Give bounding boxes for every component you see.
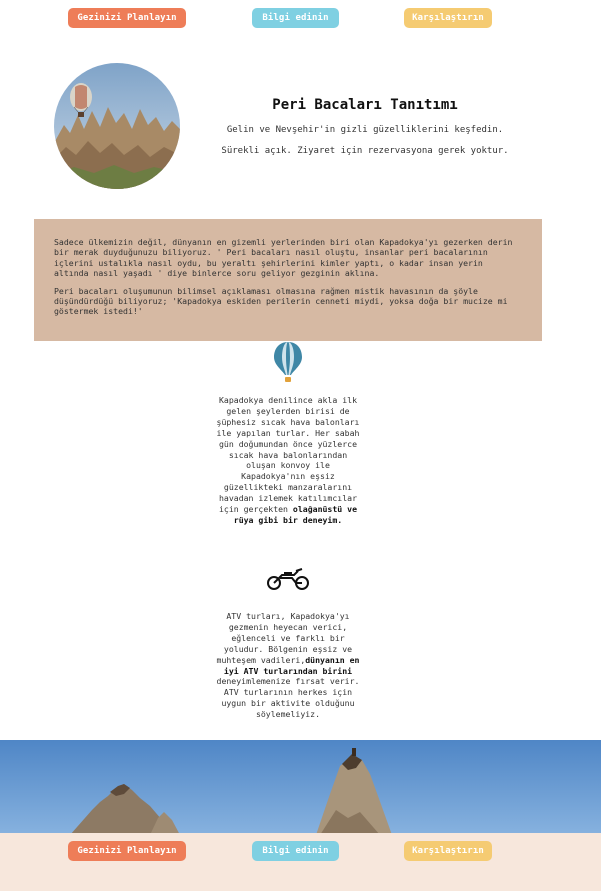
hero-image (54, 63, 180, 189)
compare-button[interactable]: Karşılaştırın (404, 8, 492, 28)
balloon-description: Kapadokya denilince akla ilk gelen şeyle… (213, 395, 363, 526)
atv-text-after: deneyimlemenize fırsat verir. ATV turlar… (216, 676, 360, 720)
top-navbar: Gezinizi Planlayın Bilgi edinin Karşılaş… (0, 0, 601, 40)
intro-paragraph-1: Sadece ülkemizin değil, dünyanın en gize… (54, 237, 513, 279)
balloon-text: Kapadokya denilince akla ilk gelen şeyle… (216, 395, 360, 515)
get-info-button-footer[interactable]: Bilgi edinin (252, 841, 339, 861)
plan-trip-button[interactable]: Gezinizi Planlayın (68, 8, 186, 28)
cappadocia-photo (0, 740, 601, 835)
page-title: Peri Bacaları Tanıtımı (272, 97, 458, 113)
intro-box: Sadece ülkemizin değil, dünyanın en gize… (34, 219, 542, 341)
hero-note: Sürekli açık. Ziyaret için rezervasyona … (221, 146, 509, 156)
intro-paragraph-2: Peri bacaları oluşumunun bilimsel açıkla… (54, 285, 508, 317)
hot-air-balloon-icon (272, 340, 304, 384)
get-info-button[interactable]: Bilgi edinin (252, 8, 339, 28)
hero-subtitle: Gelin ve Nevşehir'in gizli güzelliklerin… (226, 125, 504, 135)
compare-button-footer[interactable]: Karşılaştırın (404, 841, 492, 861)
atv-description: ATV turları, Kapadokya'yı gezmenin heyec… (213, 611, 363, 720)
plan-trip-button-footer[interactable]: Gezinizi Planlayın (68, 841, 186, 861)
motorcycle-icon (266, 565, 310, 591)
bottom-navbar: Gezinizi Planlayın Bilgi edinin Karşılaş… (0, 833, 601, 891)
